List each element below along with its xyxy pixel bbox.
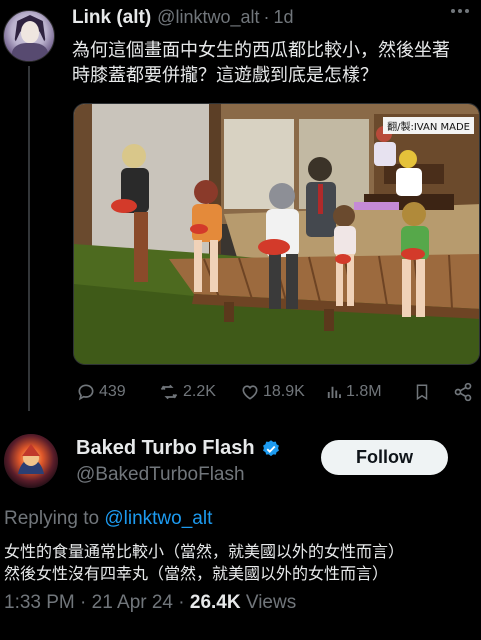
tweet-header: Link (alt) @linktwo_alt · 1d — [72, 7, 294, 31]
avatar-image — [4, 434, 58, 488]
views-label: Views — [240, 592, 297, 613]
retweet-icon — [160, 384, 178, 400]
reply-text: 女性的食量通常比較小（當然，就美國以外的女性而言） 然後女性沒有四幸丸（當然，就… — [4, 541, 478, 585]
views-count: 26.4K — [189, 592, 241, 613]
retweet-button[interactable]: 2.2K — [158, 381, 216, 403]
meta-separator: · — [173, 592, 190, 613]
verified-badge-icon[interactable] — [261, 439, 281, 459]
like-count: 18.9K — [263, 383, 305, 400]
bookmark-button[interactable] — [413, 381, 434, 403]
reply-count: 439 — [99, 383, 126, 400]
avatar[interactable] — [3, 10, 55, 62]
share-icon — [454, 382, 472, 402]
user-handle[interactable]: @BakedTurboFlash — [76, 464, 245, 486]
replying-prefix: Replying to — [4, 508, 105, 529]
tweet-text-line: 時膝蓋都要併攏？這遊戲到底是怎樣？ — [72, 65, 378, 86]
bookmark-icon — [416, 384, 428, 401]
thread-line — [28, 66, 30, 411]
user-handle[interactable]: @linktwo_alt — [157, 7, 259, 28]
follow-button[interactable]: Follow — [321, 440, 448, 475]
tweet-date[interactable]: 21 Apr 24 — [92, 592, 173, 613]
separator-dot: · — [263, 7, 270, 27]
avatar-body — [12, 43, 48, 61]
reply-icon — [78, 384, 94, 401]
views-icon — [327, 386, 341, 398]
tweet-text-line: 為何這個畫面中女生的西瓜都比較小，然後坐著 — [72, 40, 450, 61]
original-tweet: Link (alt) @linktwo_alt · 1d 為何這個畫面中女生的西… — [0, 0, 481, 420]
action-bar: 439 2.2K 18.9K 1.8M — [72, 381, 472, 403]
views-count: 1.8M — [346, 383, 382, 400]
more-icon[interactable] — [451, 9, 469, 13]
meta-separator: · — [74, 592, 92, 613]
tweet-image[interactable]: 翻/製:IVAN MADE — [73, 103, 480, 365]
tweet-text: 為何這個畫面中女生的西瓜都比較小，然後坐著 時膝蓋都要併攏？這遊戲到底是怎樣？ — [72, 38, 472, 88]
reply-author: Baked Turbo Flash — [76, 437, 281, 460]
avatar[interactable] — [4, 434, 58, 488]
tweet-timestamp[interactable]: 1:33 PM — [4, 592, 75, 613]
like-icon — [242, 385, 258, 400]
share-button[interactable] — [453, 381, 476, 403]
views-button[interactable]: 1.8M — [325, 381, 382, 403]
tweet-time[interactable]: 1d — [274, 7, 294, 28]
tweet-meta: 1:33 PM · 21 Apr 24 · 26.4K Views — [4, 592, 296, 614]
mention-link[interactable]: @linktwo_alt — [104, 508, 212, 529]
replying-to: Replying to @linktwo_alt — [4, 508, 212, 530]
game-scene-image — [74, 104, 479, 364]
display-name[interactable]: Link (alt) — [72, 7, 151, 29]
watermark: 翻/製:IVAN MADE — [383, 117, 474, 134]
avatar-face — [21, 21, 39, 43]
like-button[interactable]: 18.9K — [240, 381, 305, 403]
reply-button[interactable]: 439 — [76, 381, 126, 403]
reply-text-line: 然後女性沒有四幸丸（當然，就美國以外的女性而言） — [4, 564, 389, 583]
retweet-count: 2.2K — [183, 383, 216, 400]
display-name[interactable]: Baked Turbo Flash — [76, 437, 255, 460]
reply-text-line: 女性的食量通常比較小（當然，就美國以外的女性而言） — [4, 542, 405, 561]
